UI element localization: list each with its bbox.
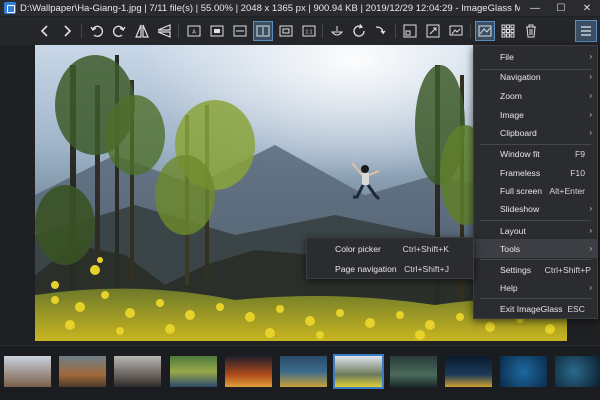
svg-text:A: A (192, 30, 196, 36)
menu-item-image[interactable]: Image › (474, 105, 597, 124)
rotate-left-icon[interactable] (88, 22, 106, 40)
refresh-icon[interactable] (350, 22, 368, 40)
thumbnail-1[interactable] (4, 356, 51, 387)
fullscreen-icon[interactable] (401, 22, 419, 40)
thumbnail-11[interactable] (555, 356, 600, 387)
menu-item-clipboard[interactable]: Clipboard › (474, 123, 597, 142)
submenu-item-page-navigation[interactable]: Page navigation Ctrl+Shift+J (307, 259, 473, 279)
menu-item-layout[interactable]: Layout › (474, 221, 597, 240)
window-title: D:\Wallpaper\Ha-Giang-1.jpg | 7/11 file(… (20, 2, 520, 14)
thumbnail-4[interactable] (170, 356, 217, 387)
tools-submenu: Color picker Ctrl+Shift+K Page navigation… (306, 237, 474, 279)
thumbnail-8[interactable] (390, 356, 437, 387)
thumbnail-9[interactable] (445, 356, 492, 387)
flip-horizontal-icon[interactable] (133, 22, 151, 40)
slideshow-icon[interactable] (447, 22, 465, 40)
menu-item-zoom[interactable]: Zoom › (474, 86, 597, 105)
menu-item-full-screen[interactable]: Full screen Alt+Enter (474, 181, 597, 200)
actual-size-icon[interactable]: 1:1 (300, 22, 318, 40)
maximize-button[interactable]: ☐ (548, 0, 574, 16)
imageglass-app-icon[interactable] (4, 2, 16, 14)
rotate-right-icon[interactable] (110, 22, 128, 40)
thumbnail-7-selected[interactable] (333, 354, 384, 389)
auto-zoom-icon[interactable]: A (185, 22, 203, 40)
close-button[interactable]: ✕ (574, 0, 600, 16)
menu-item-tools[interactable]: Tools › (474, 239, 597, 258)
frameless-icon[interactable] (424, 22, 442, 40)
thumbnail-bar-icon[interactable] (499, 22, 517, 40)
back-icon[interactable] (36, 22, 54, 40)
delete-icon[interactable] (522, 22, 540, 40)
scale-width-icon[interactable] (231, 22, 249, 40)
menu-item-file[interactable]: File › (474, 47, 597, 66)
checkerboard-icon[interactable] (475, 21, 495, 41)
toolbar: A 1:1 (0, 17, 600, 45)
thumbnail-5[interactable] (225, 356, 272, 387)
submenu-item-color-picker[interactable]: Color picker Ctrl+Shift+K (307, 239, 473, 259)
imageglass-window: D:\Wallpaper\Ha-Giang-1.jpg | 7/11 file(… (0, 0, 600, 400)
menu-item-help[interactable]: Help › (474, 278, 597, 297)
menu-item-slideshow[interactable]: Slideshow › (474, 199, 597, 218)
thumbnail-3[interactable] (114, 356, 161, 387)
svg-text:1:1: 1:1 (306, 30, 313, 36)
scale-height-icon[interactable] (253, 21, 273, 41)
fit-window-icon[interactable] (277, 22, 295, 40)
menu-icon[interactable] (575, 20, 597, 42)
thumbnail-6[interactable] (280, 356, 327, 387)
lock-zoom-icon[interactable] (208, 22, 226, 40)
forward-icon[interactable] (58, 22, 76, 40)
menu-item-frameless[interactable]: Frameless F10 (474, 163, 597, 182)
color-picker-tool-icon[interactable] (328, 22, 346, 40)
title-bar: D:\Wallpaper\Ha-Giang-1.jpg | 7/11 file(… (0, 0, 600, 16)
thumbnail-bar (0, 345, 600, 400)
menu-item-settings[interactable]: Settings Ctrl+Shift+P (474, 260, 597, 279)
flip-vertical-icon[interactable] (155, 22, 173, 40)
menu-item-exit[interactable]: Exit ImageGlass ESC (474, 299, 597, 318)
minimize-button[interactable]: — (522, 0, 548, 16)
menu-item-window-fit[interactable]: Window fit F9 (474, 144, 597, 163)
menu-item-navigation[interactable]: Navigation › (474, 67, 597, 86)
thumbnail-10[interactable] (500, 356, 547, 387)
goto-icon[interactable] (372, 22, 390, 40)
thumbnail-2[interactable] (59, 356, 106, 387)
main-menu: File › Navigation › Zoom › Image › Clipboard… (473, 45, 598, 319)
